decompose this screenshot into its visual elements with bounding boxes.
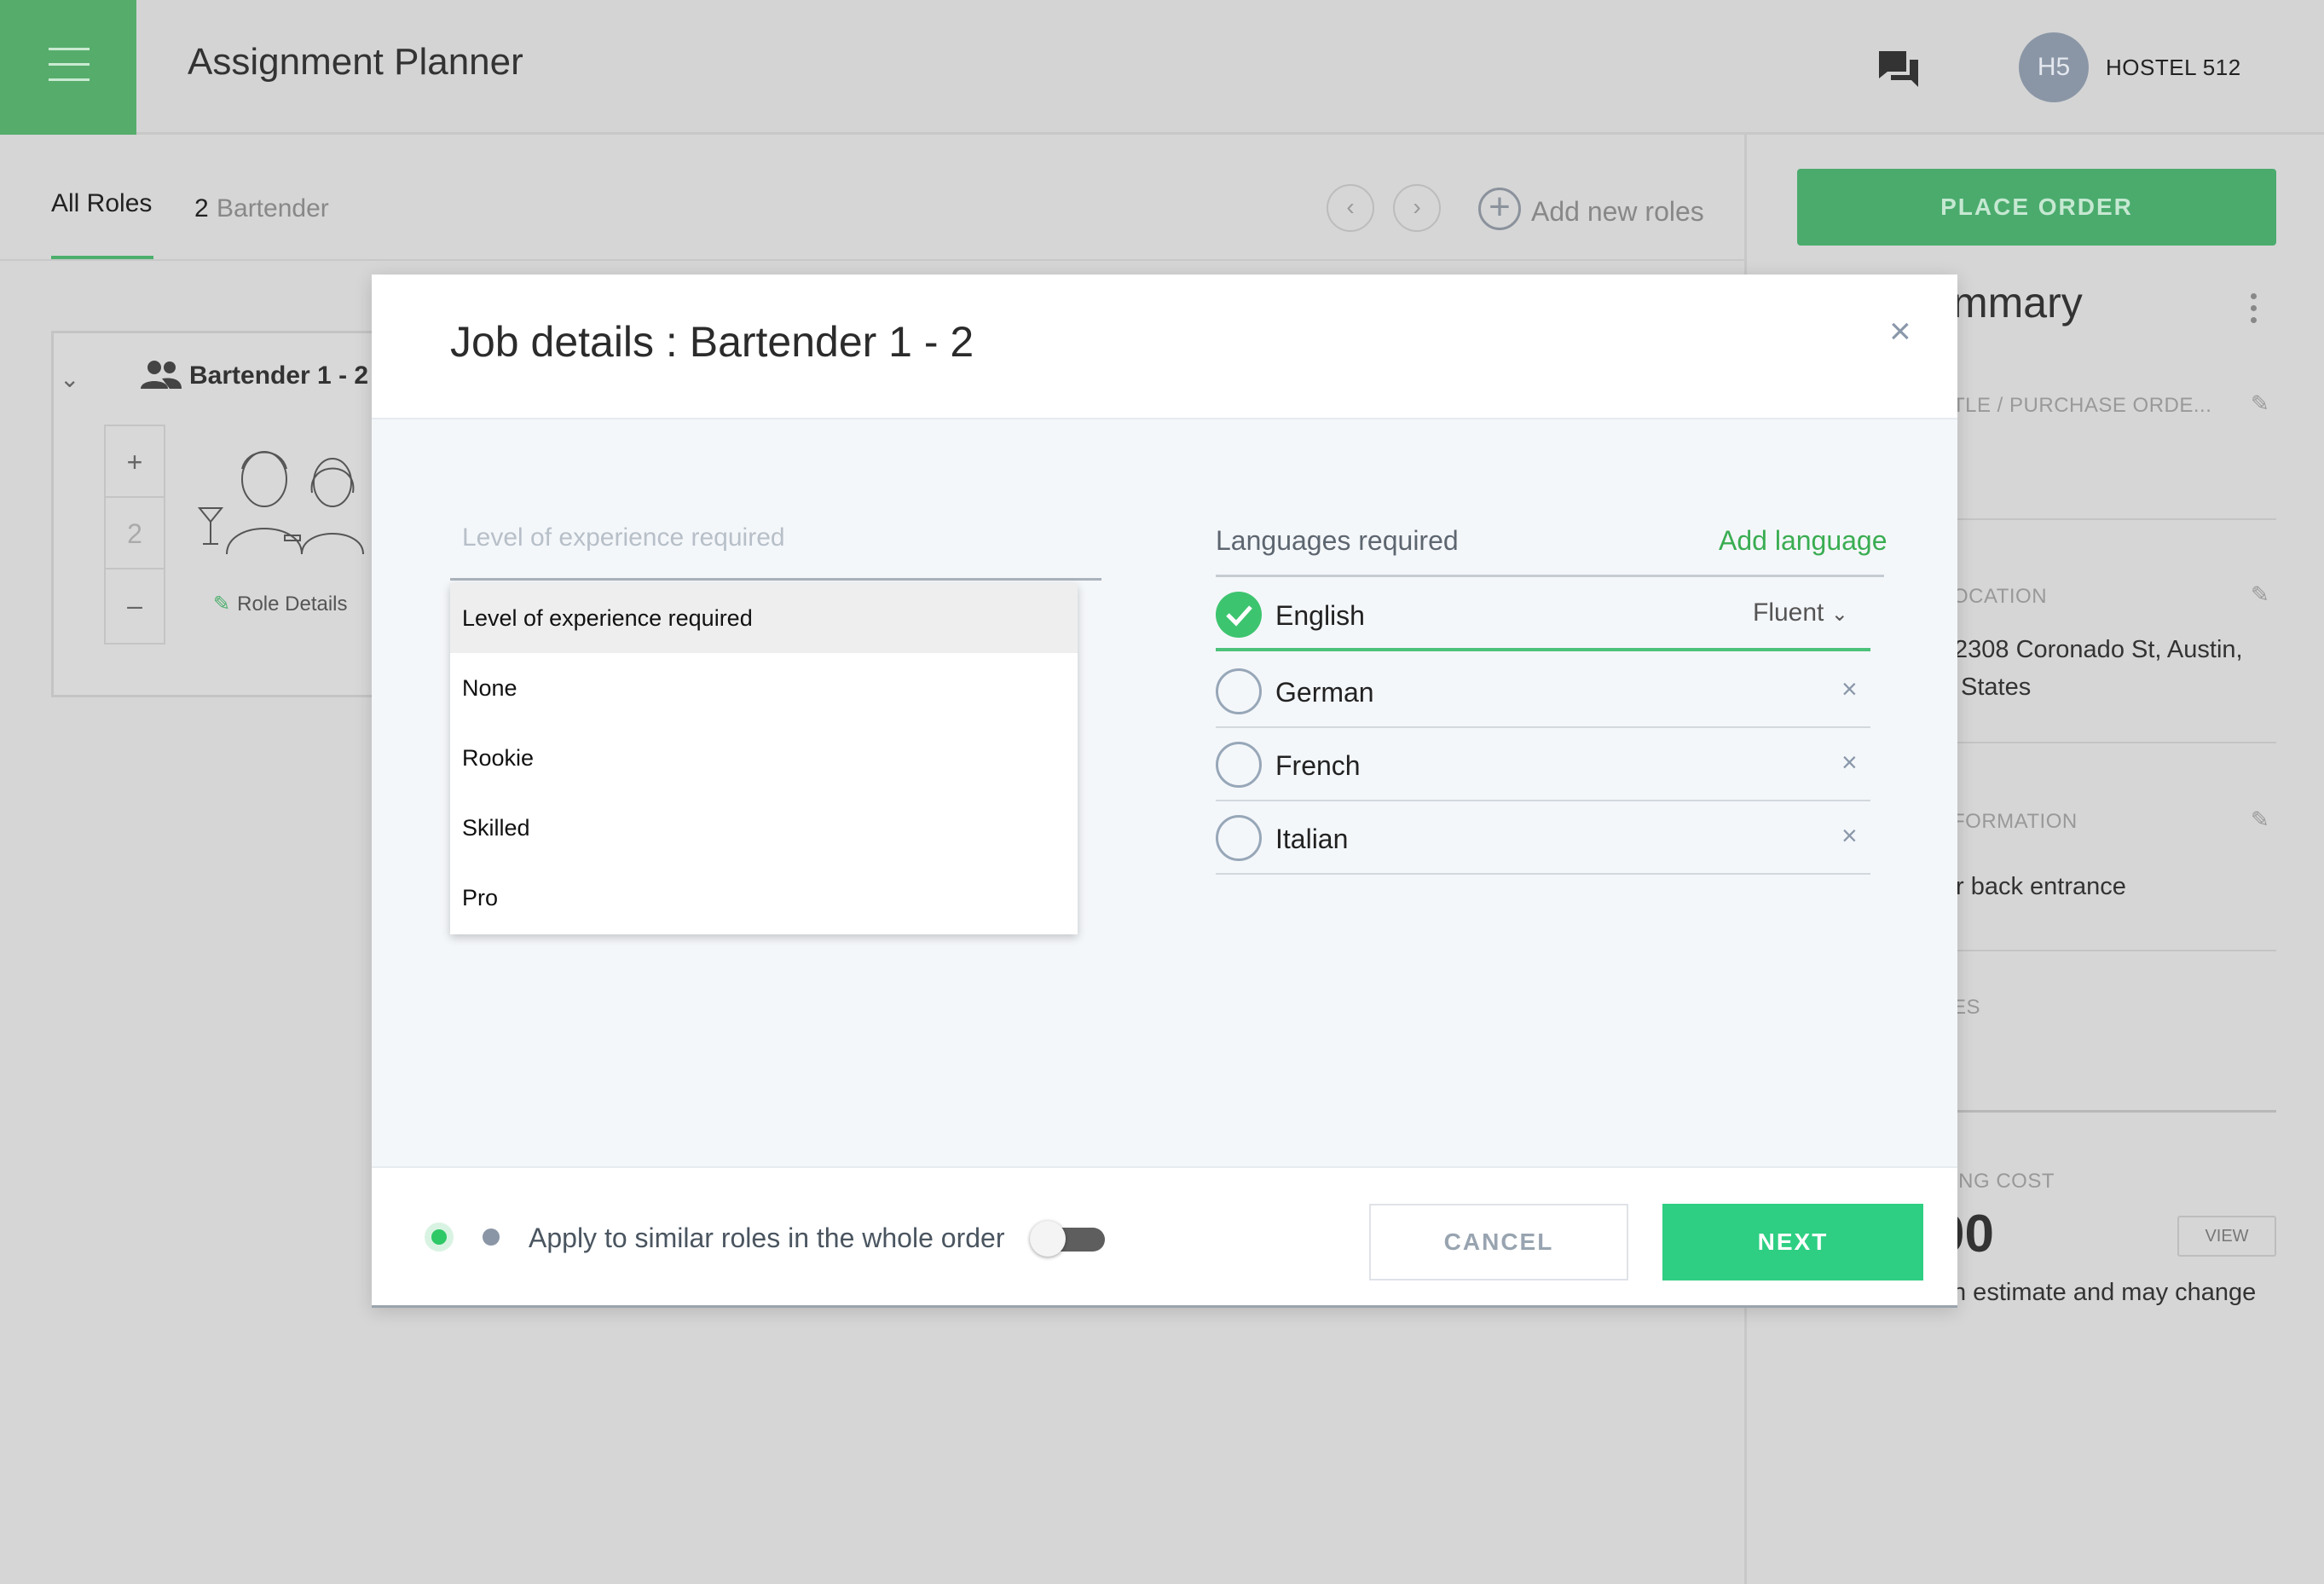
- pencil-icon[interactable]: ✎: [2251, 806, 2269, 833]
- hamburger-menu-icon[interactable]: [0, 0, 136, 135]
- role-details-label: Role Details: [237, 593, 348, 616]
- view-cost-button[interactable]: VIEW: [2177, 1216, 2276, 1257]
- close-icon[interactable]: ×: [1889, 310, 1911, 353]
- pencil-icon[interactable]: ✎: [2251, 581, 2269, 608]
- pencil-icon[interactable]: ✎: [2251, 390, 2269, 417]
- tab-all-roles[interactable]: All Roles: [51, 189, 152, 218]
- unchecked-circle-icon[interactable]: [1216, 742, 1262, 788]
- top-header: Assignment Planner H5 HOSTEL 512: [0, 0, 2324, 135]
- pencil-icon: ✎: [213, 593, 231, 616]
- pagination-dot[interactable]: [483, 1228, 500, 1246]
- chevron-left-icon[interactable]: ‹: [1327, 184, 1374, 232]
- cost-label: ING COST: [1952, 1170, 2055, 1193]
- cancel-button[interactable]: CANCEL: [1369, 1204, 1628, 1280]
- cost-note: n estimate and may change: [1952, 1279, 2257, 1306]
- language-row-french: French ×: [1216, 728, 1870, 801]
- checkmark-icon[interactable]: [1216, 592, 1262, 638]
- language-name: Italian: [1275, 824, 1349, 854]
- bartender-illustration: [197, 451, 364, 554]
- chat-bubbles-icon[interactable]: [1876, 48, 1922, 90]
- languages-label: Languages required: [1216, 525, 1459, 556]
- experience-dropdown: Level of experience required None Rookie…: [450, 583, 1078, 934]
- language-level-select[interactable]: Fluent ⌄: [1753, 598, 1848, 627]
- chevron-down-icon: ⌄: [1830, 603, 1848, 626]
- apply-similar-toggle[interactable]: [1030, 1221, 1108, 1257]
- language-row-german: German ×: [1216, 655, 1870, 728]
- dropdown-option[interactable]: Skilled: [450, 793, 1078, 863]
- close-icon[interactable]: ×: [1841, 673, 1858, 705]
- language-level-value: Fluent: [1753, 598, 1824, 627]
- chevron-down-icon[interactable]: ⌄: [60, 365, 79, 393]
- information-text: r back entrance: [1956, 873, 2126, 900]
- place-order-button[interactable]: PLACE ORDER: [1797, 169, 2276, 246]
- add-circle-icon[interactable]: +: [1478, 188, 1521, 230]
- language-row-english: English Fluent ⌄: [1216, 578, 1870, 651]
- location-line-1: 2308 Coronado St, Austin,: [1954, 636, 2243, 663]
- tab-bartender[interactable]: Bartender: [217, 194, 329, 223]
- divider: [0, 259, 1744, 261]
- language-name: French: [1275, 750, 1361, 781]
- role-title: Bartender 1 - 2: [189, 361, 369, 390]
- avatar[interactable]: H5: [2019, 32, 2089, 102]
- divider: [1216, 575, 1884, 577]
- apply-similar-label: Apply to similar roles in the whole orde…: [529, 1223, 1005, 1253]
- job-details-modal: Job details : Bartender 1 - 2 × Level of…: [372, 275, 1957, 1308]
- dropdown-option[interactable]: None: [450, 653, 1078, 723]
- account-name[interactable]: HOSTEL 512: [2106, 55, 2241, 81]
- unchecked-circle-icon[interactable]: [1216, 815, 1262, 861]
- section-label-title: TLE / PURCHASE ORDE...: [1952, 394, 2212, 417]
- language-row-italian: Italian ×: [1216, 801, 1870, 875]
- chevron-right-icon[interactable]: ›: [1393, 184, 1441, 232]
- section-label-information: FORMATION: [1952, 810, 2078, 833]
- quantity-stepper: + 2 –: [104, 425, 165, 645]
- more-options-icon[interactable]: [2251, 293, 2258, 324]
- app-title: Assignment Planner: [188, 41, 523, 83]
- modal-title: Job details : Bartender 1 - 2: [450, 318, 974, 366]
- location-line-2: States: [1961, 673, 2032, 701]
- increment-button[interactable]: +: [106, 426, 164, 498]
- experience-select[interactable]: Level of experience required: [462, 523, 785, 552]
- quantity-value: 2: [106, 498, 164, 569]
- decrement-button[interactable]: –: [106, 569, 164, 641]
- tab-role-count[interactable]: 2: [194, 194, 209, 223]
- close-icon[interactable]: ×: [1841, 747, 1858, 778]
- unchecked-circle-icon[interactable]: [1216, 668, 1262, 714]
- dropdown-option[interactable]: Rookie: [450, 723, 1078, 793]
- people-icon: [141, 361, 182, 389]
- close-icon[interactable]: ×: [1841, 820, 1858, 852]
- language-name: German: [1275, 677, 1374, 708]
- language-name: English: [1275, 600, 1365, 631]
- section-label-location: OCATION: [1952, 585, 2048, 608]
- pagination-dot-active[interactable]: [425, 1223, 454, 1252]
- dropdown-option[interactable]: Pro: [450, 863, 1078, 933]
- summary-title: mmary: [1952, 279, 2083, 327]
- add-new-roles-button[interactable]: Add new roles: [1531, 196, 1704, 228]
- add-language-button[interactable]: Add language: [1719, 525, 1888, 557]
- role-details-link[interactable]: ✎ Role Details: [213, 592, 348, 616]
- dropdown-option[interactable]: Level of experience required: [450, 583, 1078, 653]
- experience-select-underline: [450, 578, 1101, 581]
- modal-header: Job details : Bartender 1 - 2 ×: [372, 275, 1957, 419]
- next-button[interactable]: NEXT: [1662, 1204, 1923, 1280]
